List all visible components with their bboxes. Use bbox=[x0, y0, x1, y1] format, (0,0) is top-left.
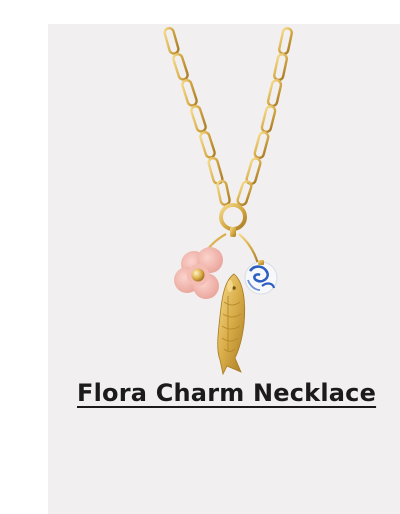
clasp-ring bbox=[219, 203, 247, 237]
product-card[interactable]: Flora Charm Necklace bbox=[48, 24, 400, 514]
chain-left bbox=[163, 26, 231, 206]
flower-charm bbox=[174, 247, 223, 299]
fish-charm bbox=[217, 273, 246, 376]
necklace-product-image[interactable] bbox=[48, 24, 400, 394]
porcelain-bead-charm bbox=[244, 260, 278, 295]
chain-right bbox=[236, 27, 293, 206]
product-title-link[interactable]: Flora Charm Necklace bbox=[77, 374, 377, 412]
